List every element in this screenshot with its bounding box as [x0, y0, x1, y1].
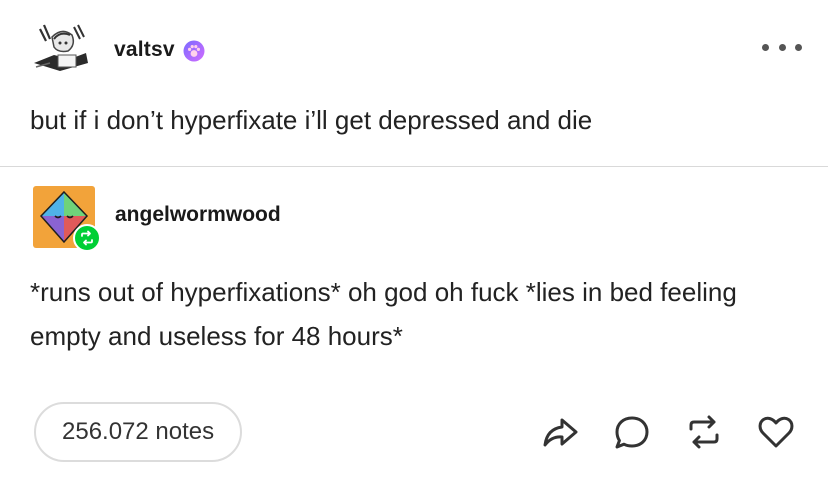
divider — [0, 166, 828, 167]
reply-icon[interactable] — [610, 410, 654, 454]
reblog-author[interactable]: angelwormwood — [115, 203, 281, 227]
paw-icon — [183, 40, 205, 62]
notes-button[interactable]: 256.072 notes — [34, 402, 243, 462]
heart-icon[interactable] — [754, 410, 798, 454]
reblog-icon[interactable] — [682, 410, 726, 454]
post-author[interactable]: valtsv — [114, 38, 175, 62]
post-body: but if i don’t hyperfixate i’ll get depr… — [30, 105, 593, 135]
post-actions — [538, 410, 798, 454]
avatar[interactable] — [30, 19, 92, 81]
tumblr-post: valtsv but if i don’t hyperfixate i’ll g… — [0, 0, 828, 486]
reblog-icon — [73, 224, 101, 252]
reblog-body: *runs out of hyperfixations* oh god oh f… — [30, 277, 737, 351]
reblog-header: angelwormwood — [33, 186, 281, 252]
post-header: valtsv — [30, 19, 205, 81]
more-icon[interactable] — [762, 38, 802, 56]
share-icon[interactable] — [538, 410, 582, 454]
avatar[interactable] — [33, 186, 101, 252]
